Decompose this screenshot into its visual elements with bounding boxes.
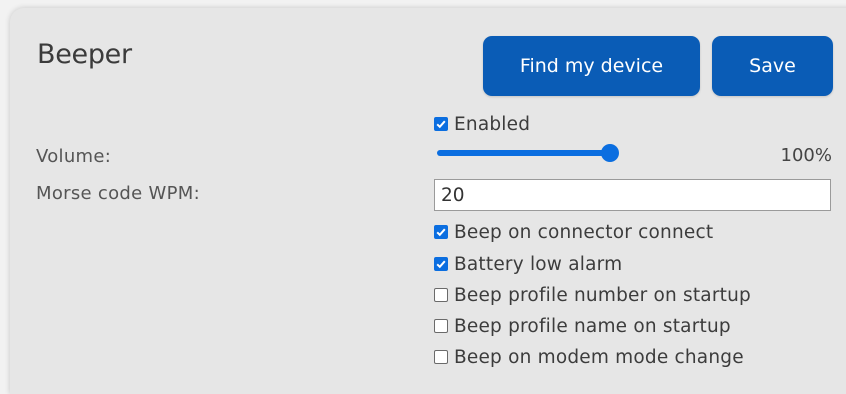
volume-slider-thumb[interactable] <box>601 144 619 162</box>
profile-name-checkbox[interactable] <box>434 319 448 333</box>
option-battery-low-row[interactable]: Battery low alarm <box>434 253 622 275</box>
option-profile-name-row[interactable]: Beep profile name on startup <box>434 315 731 337</box>
enabled-checkbox-row[interactable]: Enabled <box>434 113 530 135</box>
section-title: Beeper <box>37 39 132 70</box>
battery-low-label: Battery low alarm <box>454 253 623 275</box>
volume-slider[interactable] <box>435 144 619 162</box>
beep-connector-label: Beep on connector connect <box>454 221 714 243</box>
save-button[interactable]: Save <box>712 36 833 96</box>
modem-mode-label: Beep on modem mode change <box>454 346 744 368</box>
checkmark-icon <box>436 120 446 129</box>
enabled-checkbox[interactable] <box>434 117 448 131</box>
morse-wpm-label: Morse code WPM: <box>36 183 200 204</box>
option-modem-mode-row[interactable]: Beep on modem mode change <box>434 346 744 368</box>
checkmark-icon <box>436 228 446 237</box>
volume-label: Volume: <box>36 146 112 167</box>
enabled-label: Enabled <box>454 113 531 135</box>
option-profile-number-row[interactable]: Beep profile number on startup <box>434 284 751 306</box>
beeper-settings-panel: Beeper Find my device Save Enabled Volum… <box>10 8 846 394</box>
profile-number-checkbox[interactable] <box>434 288 448 302</box>
beep-connector-checkbox[interactable] <box>434 225 448 239</box>
morse-wpm-input[interactable] <box>434 179 831 211</box>
modem-mode-checkbox[interactable] <box>434 350 448 364</box>
option-beep-connector-row[interactable]: Beep on connector connect <box>434 221 713 243</box>
checkmark-icon <box>436 260 446 269</box>
find-my-device-button[interactable]: Find my device <box>483 36 700 96</box>
volume-slider-track <box>437 150 611 156</box>
volume-value: 100% <box>780 145 832 166</box>
battery-low-checkbox[interactable] <box>434 257 448 271</box>
profile-number-label: Beep profile number on startup <box>454 284 751 306</box>
profile-name-label: Beep profile name on startup <box>454 315 731 337</box>
